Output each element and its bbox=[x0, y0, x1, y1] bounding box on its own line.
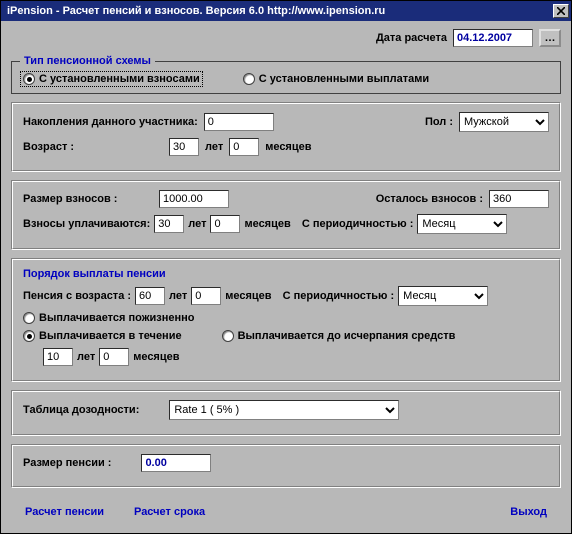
calc-term-link[interactable]: Расчет срока bbox=[134, 506, 205, 518]
term-months-input[interactable] bbox=[99, 348, 129, 366]
payout-years-input[interactable] bbox=[135, 287, 165, 305]
close-button[interactable] bbox=[553, 4, 569, 18]
age-months-input[interactable] bbox=[229, 138, 259, 156]
radio-icon bbox=[23, 73, 35, 85]
participant-panel: Накопления данного участника: Пол : Мужс… bbox=[11, 102, 561, 172]
radio-scheme-contrib-label: С установленными взносами bbox=[39, 73, 200, 85]
radio-payout-term-label: Выплачивается в течение bbox=[39, 330, 182, 342]
accum-input[interactable] bbox=[204, 113, 274, 131]
close-icon bbox=[557, 7, 565, 15]
form-body: Дата расчета … Тип пенсионной схемы С ус… bbox=[1, 21, 571, 530]
scheme-type-group: Тип пенсионной схемы С установленными вз… bbox=[11, 55, 561, 94]
date-picker-button[interactable]: … bbox=[539, 29, 561, 47]
contrib-months-input[interactable] bbox=[210, 215, 240, 233]
rate-label: Таблица дозодности: bbox=[23, 404, 139, 416]
contrib-left-label: Осталось взносов : bbox=[376, 193, 483, 205]
months-unit: месяцев bbox=[244, 218, 290, 230]
term-years-input[interactable] bbox=[43, 348, 73, 366]
contrib-paid-label: Взносы уплачиваются: bbox=[23, 218, 150, 230]
rate-panel: Таблица дозодности: Rate 1 ( 5% ) bbox=[11, 390, 561, 436]
exit-link[interactable]: Выход bbox=[510, 506, 547, 518]
title-text: iPension - Расчет пенсий и взносов. Верс… bbox=[7, 5, 385, 17]
titlebar: iPension - Расчет пенсий и взносов. Верс… bbox=[1, 1, 571, 21]
radio-payout-term[interactable]: Выплачивается в течение bbox=[23, 330, 182, 342]
radio-payout-exhaust-label: Выплачивается до исчерпания средств bbox=[238, 330, 456, 342]
calc-date-input[interactable] bbox=[453, 29, 533, 47]
radio-payout-life-label: Выплачивается пожизненно bbox=[39, 312, 195, 324]
contrib-panel: Размер взносов : Осталось взносов : Взно… bbox=[11, 180, 561, 250]
age-years-input[interactable] bbox=[169, 138, 199, 156]
payout-fromage-label: Пенсия с возраста : bbox=[23, 290, 131, 302]
contrib-left-input[interactable] bbox=[489, 190, 549, 208]
years-unit: лет bbox=[188, 218, 206, 230]
radio-icon bbox=[243, 73, 255, 85]
payout-panel: Порядок выплаты пенсии Пенсия с возраста… bbox=[11, 258, 561, 382]
years-unit: лет bbox=[169, 290, 187, 302]
years-unit: лет bbox=[77, 351, 95, 363]
result-output[interactable] bbox=[141, 454, 211, 472]
radio-scheme-payout-label: С установленными выплатами bbox=[259, 73, 429, 85]
scheme-legend: Тип пенсионной схемы bbox=[20, 55, 155, 67]
radio-payout-life[interactable]: Выплачивается пожизненно bbox=[23, 312, 195, 324]
contrib-years-input[interactable] bbox=[154, 215, 184, 233]
months-unit: месяцев bbox=[265, 141, 311, 153]
calc-pension-link[interactable]: Расчет пенсии bbox=[25, 506, 104, 518]
app-window: iPension - Расчет пенсий и взносов. Верс… bbox=[0, 0, 572, 534]
gender-label: Пол : bbox=[425, 116, 453, 128]
radio-scheme-contrib[interactable]: С установленными взносами bbox=[20, 71, 203, 87]
payout-months-input[interactable] bbox=[191, 287, 221, 305]
age-label: Возраст : bbox=[23, 141, 163, 153]
calc-date-label: Дата расчета bbox=[376, 32, 447, 44]
contrib-size-label: Размер взносов : bbox=[23, 193, 153, 205]
contrib-period-select[interactable]: Месяц bbox=[417, 214, 507, 234]
contrib-size-input[interactable] bbox=[159, 190, 229, 208]
months-unit: месяцев bbox=[225, 290, 271, 302]
rate-select[interactable]: Rate 1 ( 5% ) bbox=[169, 400, 399, 420]
months-unit: месяцев bbox=[133, 351, 179, 363]
payout-period-label: С периодичностью : bbox=[283, 290, 395, 302]
radio-icon bbox=[222, 330, 234, 342]
accum-label: Накопления данного участника: bbox=[23, 116, 198, 128]
result-label: Размер пенсии : bbox=[23, 457, 111, 469]
action-bar: Расчет пенсии Расчет срока Выход bbox=[11, 496, 561, 524]
radio-payout-exhaust[interactable]: Выплачивается до исчерпания средств bbox=[222, 330, 456, 342]
result-panel: Размер пенсии : bbox=[11, 444, 561, 488]
payout-period-select[interactable]: Месяц bbox=[398, 286, 488, 306]
radio-scheme-payout[interactable]: С установленными выплатами bbox=[243, 73, 429, 85]
gender-select[interactable]: Мужской bbox=[459, 112, 549, 132]
years-unit: лет bbox=[205, 141, 223, 153]
payout-header: Порядок выплаты пенсии bbox=[23, 268, 549, 280]
contrib-period-label: С периодичностью : bbox=[302, 218, 414, 230]
calc-date-row: Дата расчета … bbox=[11, 29, 561, 47]
radio-icon bbox=[23, 330, 35, 342]
radio-icon bbox=[23, 312, 35, 324]
